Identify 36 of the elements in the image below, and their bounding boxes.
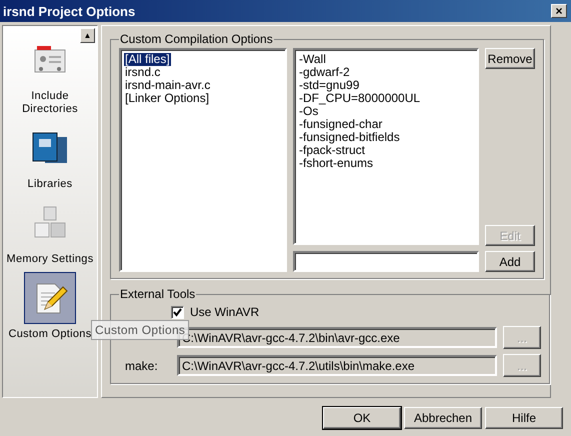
- file-list[interactable]: [All files] irsnd.c irsnd-main-avr.c [Linker Options]: [119, 48, 287, 272]
- option-list-item[interactable]: -fpack-struct: [298, 144, 366, 157]
- selected-item-highlight[interactable]: [24, 272, 76, 324]
- option-input-field[interactable]: [293, 251, 479, 272]
- checkbox-label[interactable]: Use WinAVR: [190, 305, 260, 319]
- option-button[interactable]: Remove: [485, 48, 535, 69]
- option-list[interactable]: -Wall -gdwarf-2 -std=gnu99 -DF_CPU=8000000UL -Os -funsigned-char -funsigned-bitfields -fpack-struct -fshort-enums: [293, 48, 479, 245]
- dialog-button[interactable]: OK: [323, 407, 401, 429]
- group-title: External Tools: [119, 287, 196, 301]
- window-title: irsnd Project Options: [3, 4, 136, 18]
- group-title: Custom Compilation Options: [119, 32, 274, 46]
- file-list-item[interactable]: irsnd-main-avr.c: [124, 79, 212, 92]
- option-list-item[interactable]: -Wall: [298, 53, 327, 66]
- file-list-item[interactable]: irsnd.c: [124, 66, 162, 79]
- option-list-item[interactable]: -Os: [298, 105, 320, 118]
- sidebar-item-label[interactable]: Libraries: [28, 178, 72, 191]
- option-list-item[interactable]: -funsigned-char: [298, 118, 384, 131]
- sidebar-item-label[interactable]: Custom Options: [8, 328, 92, 341]
- dialog-button[interactable]: Abbrechen: [404, 407, 482, 429]
- option-list-item[interactable]: -DF_CPU=8000000UL: [298, 92, 422, 105]
- file-list-item[interactable]: [Linker Options]: [124, 92, 210, 105]
- file-list-item[interactable]: [All files]: [124, 53, 171, 66]
- sidebar-item-label[interactable]: Include Directories: [2, 90, 98, 116]
- option-list-item[interactable]: -fshort-enums: [298, 157, 374, 170]
- option-list-item[interactable]: -funsigned-bitfields: [298, 131, 401, 144]
- path-field[interactable]: C:\WinAVR\avr-gcc-4.7.2\utils\bin\make.exe: [177, 355, 497, 376]
- close-button[interactable]: ×: [551, 4, 567, 18]
- option-button[interactable]: Add: [485, 251, 535, 272]
- dialog-button[interactable]: Hilfe: [485, 407, 563, 429]
- checkbox[interactable]: [171, 306, 184, 318]
- scroll-up-button[interactable]: ▲: [80, 28, 95, 43]
- books-icon: [31, 131, 69, 165]
- field-label: make:: [125, 358, 158, 372]
- sidebar-item-label[interactable]: Memory Settings: [6, 253, 94, 266]
- option-list-item[interactable]: -std=gnu99: [298, 79, 360, 92]
- option-list-item[interactable]: -gdwarf-2: [298, 66, 351, 79]
